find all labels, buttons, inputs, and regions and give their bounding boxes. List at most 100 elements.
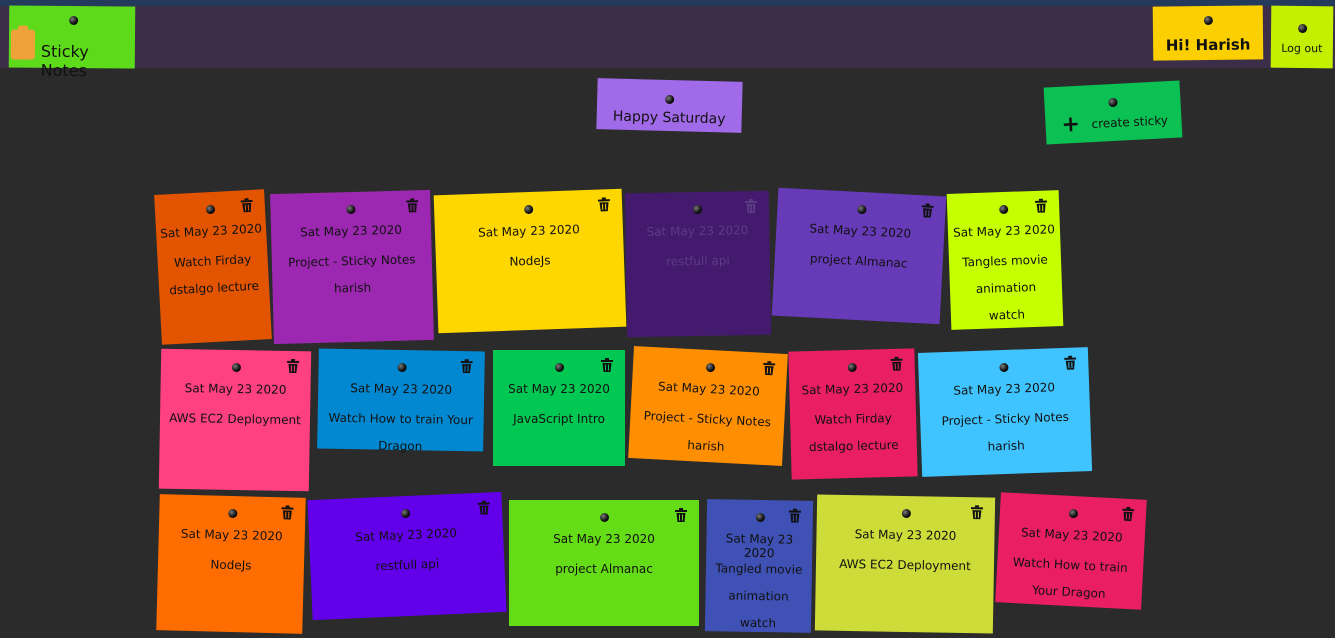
app-title: Sticky Notes: [40, 41, 89, 81]
note-date: Sat May 23 2020: [184, 381, 287, 397]
note-text: Project - Sticky Notes harish: [287, 252, 416, 296]
note-date: Sat May 23 2020: [854, 527, 957, 543]
pin-icon: [847, 362, 857, 373]
trash-icon[interactable]: [240, 198, 253, 213]
pin-icon: [205, 204, 216, 215]
day-banner: Happy Saturday: [596, 78, 743, 133]
sticky-note[interactable]: Sat May 23 2020 Project - Sticky Notes ha…: [917, 347, 1093, 477]
note-date: Sat May 23 2020: [477, 222, 581, 240]
note-text: Tangles movie animation watch: [962, 252, 1049, 323]
note-date: Sat May 23 2020: [657, 379, 761, 399]
sticky-note[interactable]: Sat May 23 2020 Project - Sticky Notes ha…: [270, 189, 434, 345]
note-date: Sat May 23 2020: [508, 382, 610, 396]
pin-icon: [705, 362, 716, 373]
pin-icon: [901, 508, 911, 519]
sticky-note[interactable]: Sat May 23 2020 Tangles movie animation w…: [946, 190, 1064, 330]
note-date: Sat May 23 2020: [801, 380, 904, 398]
note-text: Watch Firday dstalgo lecture: [168, 251, 260, 298]
trash-icon[interactable]: [406, 198, 419, 213]
trash-icon[interactable]: [460, 359, 473, 374]
note-date: Sat May 23 2020: [809, 221, 912, 241]
day-banner-text: Happy Saturday: [612, 108, 726, 128]
sticky-note[interactable]: Sat May 23 2020 AWS EC2 Deployment: [814, 494, 996, 634]
greeting-badge: Hi! Harish: [1152, 5, 1264, 61]
sticky-note[interactable]: Sat May 23 2020 restfull api: [307, 491, 507, 621]
pin-icon: [228, 508, 238, 519]
note-text: AWS EC2 Deployment: [169, 410, 301, 428]
trash-icon[interactable]: [477, 500, 491, 515]
sticky-note[interactable]: Sat May 23 2020 Project - Sticky Notes ha…: [628, 346, 788, 466]
pin-icon: [692, 204, 703, 215]
note-text: project Almanac: [809, 251, 908, 271]
plus-icon: +: [1060, 111, 1081, 138]
trash-icon[interactable]: [763, 361, 776, 376]
trash-icon[interactable]: [921, 203, 934, 218]
note-date: Sat May 23 2020: [180, 526, 283, 544]
trash-icon[interactable]: [1064, 355, 1077, 370]
trash-icon[interactable]: [788, 508, 801, 523]
pin-icon: [555, 363, 564, 372]
pin-icon: [1203, 15, 1213, 26]
trash-icon[interactable]: [287, 358, 300, 374]
sticky-note[interactable]: Sat May 23 2020 project Almanac: [771, 187, 947, 325]
pin-icon: [346, 204, 356, 215]
sticky-note[interactable]: Sat May 23 2020 Watch Firday dstalgo lect…: [788, 348, 918, 480]
note-date: Sat May 23 2020: [350, 381, 453, 397]
trash-icon[interactable]: [601, 358, 613, 372]
create-sticky-button[interactable]: + create sticky: [1043, 80, 1183, 145]
note-text: AWS EC2 Deployment: [839, 556, 971, 574]
pin-icon: [1108, 97, 1118, 108]
trash-icon[interactable]: [597, 197, 610, 212]
note-text: NodeJs: [210, 557, 252, 573]
note-text: JavaScript Intro: [513, 412, 605, 426]
note-text: NodeJs: [509, 253, 551, 269]
trash-icon[interactable]: [744, 199, 757, 214]
logout-label[interactable]: Log out: [1271, 42, 1333, 56]
sticky-note[interactable]: Sat May 23 2020 Tangled movie animation w…: [704, 499, 814, 633]
sticky-note[interactable]: Sat May 23 2020 Watch How to train Your D…: [995, 492, 1147, 610]
pin-icon: [755, 512, 765, 523]
trash-icon[interactable]: [675, 508, 687, 522]
pin-icon: [69, 15, 79, 26]
note-text: Project - Sticky Notes harish: [643, 408, 772, 454]
logout-button[interactable]: Log out: [1270, 5, 1334, 69]
sticky-note[interactable]: Sat May 23 2020 JavaScript Intro: [493, 350, 625, 466]
create-sticky-label: create sticky: [1091, 113, 1169, 132]
pin-icon: [1068, 508, 1079, 519]
note-date: Sat May 23 2020: [354, 525, 458, 545]
trash-icon[interactable]: [1034, 198, 1048, 213]
pin-icon: [397, 362, 407, 373]
note-text: restfull api: [666, 253, 730, 269]
clipboard-icon: [10, 29, 36, 60]
sticky-note[interactable]: Sat May 23 2020 NodeJs: [433, 188, 627, 334]
trash-icon[interactable]: [970, 505, 984, 520]
note-text: Tangled movie animation watch: [715, 561, 803, 631]
sticky-note[interactable]: Sat May 23 2020 AWS EC2 Deployment: [158, 348, 312, 492]
pin-icon: [400, 508, 411, 519]
note-date: Sat May 23 2020: [159, 221, 263, 241]
sticky-note[interactable]: Sat May 23 2020 Watch How to train Your D…: [317, 348, 485, 453]
note-date: Sat May 23 2020: [1020, 525, 1124, 545]
navbar: [0, 6, 1335, 68]
sticky-note[interactable]: Sat May 23 2020 restfull api: [624, 190, 772, 338]
note-date: Sat May 23 2020: [553, 532, 655, 546]
note-date: Sat May 23 2020: [953, 380, 1056, 398]
sticky-note[interactable]: Sat May 23 2020 Watch Firday dstalgo lect…: [154, 189, 272, 345]
pin-icon: [524, 204, 534, 215]
trash-icon[interactable]: [890, 356, 903, 371]
greeting-text: Hi! Harish: [1165, 35, 1251, 55]
note-text: project Almanac: [555, 562, 653, 576]
note-text: restfull api: [375, 556, 440, 574]
note-text: Watch How to train Your Dragon: [1012, 554, 1129, 601]
sticky-note[interactable]: Sat May 23 2020 project Almanac: [509, 500, 699, 626]
trash-icon[interactable]: [281, 505, 294, 520]
brand-logo[interactable]: Sticky Notes: [8, 5, 136, 80]
sticky-note[interactable]: Sat May 23 2020 NodeJs: [156, 494, 306, 634]
note-date: Sat May 23 2020: [300, 222, 403, 240]
trash-icon[interactable]: [1122, 506, 1135, 522]
pin-icon: [1298, 23, 1308, 34]
note-date: Sat May 23 2020: [646, 223, 749, 239]
pin-icon: [665, 94, 675, 105]
pin-icon: [999, 362, 1009, 373]
pin-icon: [999, 204, 1009, 215]
